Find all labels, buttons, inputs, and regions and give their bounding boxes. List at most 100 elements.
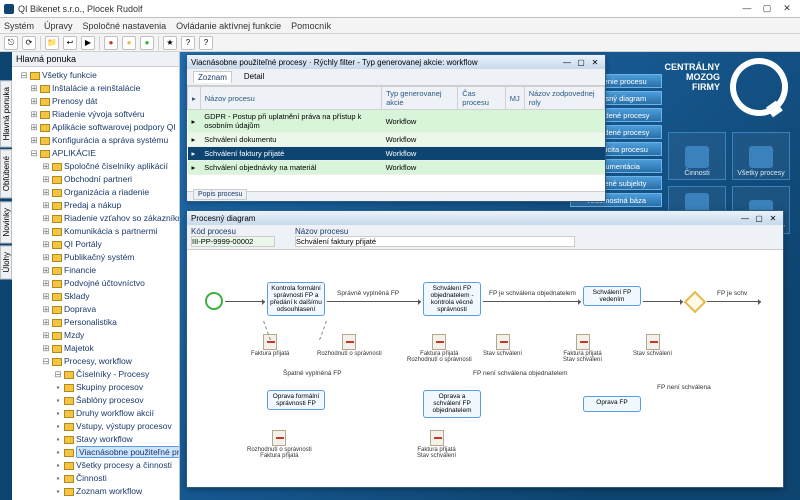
tree-toggle-icon[interactable]: ⊞ (42, 225, 50, 238)
tb-11[interactable]: ? (199, 36, 213, 50)
task-node-1[interactable]: Kontrola formální správnosti FP a předán… (267, 282, 325, 316)
data-object[interactable]: Stav schválení (483, 334, 522, 357)
tree-node[interactable]: ⊞Obchodní partneri (16, 173, 177, 186)
table-row[interactable]: ▸Schválení faktury přijatéWorkflow (188, 147, 605, 161)
sw-max-icon[interactable]: ▢ (753, 214, 765, 223)
tree-node[interactable]: ▪Šablóny procesov (16, 394, 177, 407)
sw-max-icon[interactable]: ▢ (575, 58, 587, 67)
tab-list[interactable]: Zoznam (193, 71, 232, 83)
tree-node[interactable]: ⊟APLIKÁCIE (16, 147, 177, 160)
tree-node[interactable]: ⊞Financie (16, 264, 177, 277)
tree-toggle-icon[interactable]: ⊞ (42, 199, 50, 212)
tree-node[interactable]: ▪Činnosti (16, 472, 177, 485)
tree-toggle-icon[interactable]: ⊞ (42, 316, 50, 329)
col-type[interactable]: Typ generovanej akcie (382, 87, 458, 110)
tree-toggle-icon[interactable]: ▪ (54, 472, 62, 485)
tree-toggle-icon[interactable]: ⊟ (20, 69, 28, 82)
tree-node[interactable]: ⊞Predaj a nákup (16, 199, 177, 212)
kod-input[interactable] (191, 236, 275, 247)
tree-node[interactable]: ⊞Riadenie vzťahov so zákazníkmi (CRM) (16, 212, 177, 225)
tree-toggle-icon[interactable]: ⊞ (42, 329, 50, 342)
tree-node[interactable]: ⊞Spoločné číselníky aplikácií (16, 160, 177, 173)
col-name[interactable]: Názov procesu (200, 87, 381, 110)
task-node-2[interactable]: Schválení FP objednatelem - kontrola věc… (423, 282, 481, 316)
tree-toggle-icon[interactable]: ▪ (54, 459, 62, 472)
tb-3[interactable]: 📁 (45, 36, 59, 50)
tree-toggle-icon[interactable]: ⊞ (42, 303, 50, 316)
tree-toggle-icon[interactable]: ⊞ (42, 277, 50, 290)
menu-system[interactable]: Systém (4, 21, 34, 31)
tree-node[interactable]: ▪Stavy workflow (16, 433, 177, 446)
tree-toggle-icon[interactable]: ⊞ (30, 108, 38, 121)
tree-toggle-icon[interactable]: ⊞ (42, 238, 50, 251)
tree-node[interactable]: ⊞Personalistika (16, 316, 177, 329)
tb-6[interactable]: ● (104, 36, 118, 50)
menu-edit[interactable]: Úpravy (44, 21, 73, 31)
tree-node[interactable]: ▪Viacnásobne použiteľné procesy (16, 446, 177, 459)
win-max-icon[interactable]: ▢ (758, 3, 776, 14)
tb-10[interactable]: ? (181, 36, 195, 50)
menu-help[interactable]: Pomocník (291, 21, 331, 31)
tree-node[interactable]: ⊞Podvojné účtovníctvo (16, 277, 177, 290)
tree-toggle-icon[interactable]: ⊞ (42, 251, 50, 264)
start-event-icon[interactable] (205, 292, 223, 310)
tree-node[interactable]: ⊞Aplikácie softwarovej podpory QI (16, 121, 177, 134)
tree-node[interactable]: ▪Druhy workflow akcií (16, 407, 177, 420)
tree-node[interactable]: ⊞Prenosy dát (16, 95, 177, 108)
tree-node[interactable]: ⊞Majetok (16, 342, 177, 355)
sidetab-news[interactable]: Novinky (0, 201, 12, 243)
tree-node[interactable]: ▪Vstupy, výstupy procesov (16, 420, 177, 433)
tb-8[interactable]: ● (140, 36, 154, 50)
table-row[interactable]: ▸Schválení dokumentuWorkflow (188, 133, 605, 147)
tb-4[interactable]: ↩ (63, 36, 77, 50)
tb-5[interactable]: ▶ (81, 36, 95, 50)
tree-node[interactable]: ⊞Publikačný systém (16, 251, 177, 264)
tree-node[interactable]: ⊞Konfigurácia a správa systému (16, 134, 177, 147)
tree-toggle-icon[interactable]: ⊞ (42, 342, 50, 355)
data-object[interactable]: Faktura přijatá Stav schválení (563, 334, 602, 363)
tree-toggle-icon[interactable]: ⊞ (42, 160, 50, 173)
tree-toggle-icon[interactable]: ▪ (54, 485, 62, 498)
win-close-icon[interactable]: ✕ (778, 3, 796, 14)
tree-toggle-icon[interactable]: ⊞ (30, 121, 38, 134)
tree-node[interactable]: ⊞QI Portály (16, 238, 177, 251)
tree-toggle-icon[interactable]: ▪ (54, 433, 62, 446)
gateway-icon[interactable] (684, 291, 707, 314)
tree-toggle-icon[interactable]: ⊞ (42, 212, 50, 225)
table-row[interactable]: ▸GDPR - Postup při uplatnění práva na př… (188, 110, 605, 133)
tree-node[interactable]: ⊞Doprava (16, 303, 177, 316)
data-object[interactable]: Faktura přijatá Stav schválení (417, 430, 456, 459)
dash-tile[interactable]: Činnosti (668, 132, 726, 180)
nav-tree[interactable]: ⊟Všetky funkcie⊞Inštalácie a reinštaláci… (12, 67, 179, 500)
subwindow-processes[interactable]: Viacnásobne použiteľné procesy · Rýchly … (186, 54, 606, 202)
tree-node[interactable]: ⊟Procesy, workflow (16, 355, 177, 368)
tree-toggle-icon[interactable]: ⊞ (42, 290, 50, 303)
sidetab-main[interactable]: Hlavná ponuka (0, 80, 12, 147)
tree-toggle-icon[interactable]: ⊞ (42, 186, 50, 199)
tree-toggle-icon[interactable]: ⊟ (30, 147, 38, 160)
dash-tile[interactable]: Všetky procesy (732, 132, 790, 180)
col-time[interactable]: Čas procesu (458, 87, 505, 110)
task-node-6[interactable]: Oprava FP (583, 396, 641, 412)
tb-2[interactable]: ⟳ (22, 36, 36, 50)
col-mj[interactable]: MJ (505, 87, 524, 110)
tree-toggle-icon[interactable]: ⊟ (42, 355, 50, 368)
tree-toggle-icon[interactable]: ▪ (54, 381, 62, 394)
data-object[interactable]: Rozhodnutí o správnosti Faktura přijatá (247, 430, 312, 459)
tree-toggle-icon[interactable]: ▪ (54, 394, 62, 407)
popis-tab[interactable]: Popis procesu (193, 189, 247, 200)
tree-toggle-icon[interactable]: ⊞ (42, 173, 50, 186)
tree-node[interactable]: ⊞Sklady (16, 290, 177, 303)
bpmn-canvas[interactable]: Kontrola formální správnosti FP a předán… (187, 250, 783, 487)
subwindow-diagram[interactable]: Procesný diagram — ▢ ✕ Kód procesu Názov… (186, 210, 784, 488)
tree-node[interactable]: ⊞Mzdy (16, 329, 177, 342)
tree-node[interactable]: ⊟Všetky funkcie (16, 69, 177, 82)
tree-toggle-icon[interactable]: ▪ (54, 407, 62, 420)
data-object[interactable]: Faktura přijatá Rozhodnutí o správnosti (407, 334, 472, 363)
tb-1[interactable]: ⎋ (4, 36, 18, 50)
sw-min-icon[interactable]: — (739, 214, 751, 223)
data-object[interactable]: Rozhodnutí o správnosti (317, 334, 382, 357)
tree-node[interactable]: ▪Zoznam workflow (16, 485, 177, 498)
tree-toggle-icon[interactable]: ▪ (54, 420, 62, 433)
sw-close-icon[interactable]: ✕ (767, 214, 779, 223)
